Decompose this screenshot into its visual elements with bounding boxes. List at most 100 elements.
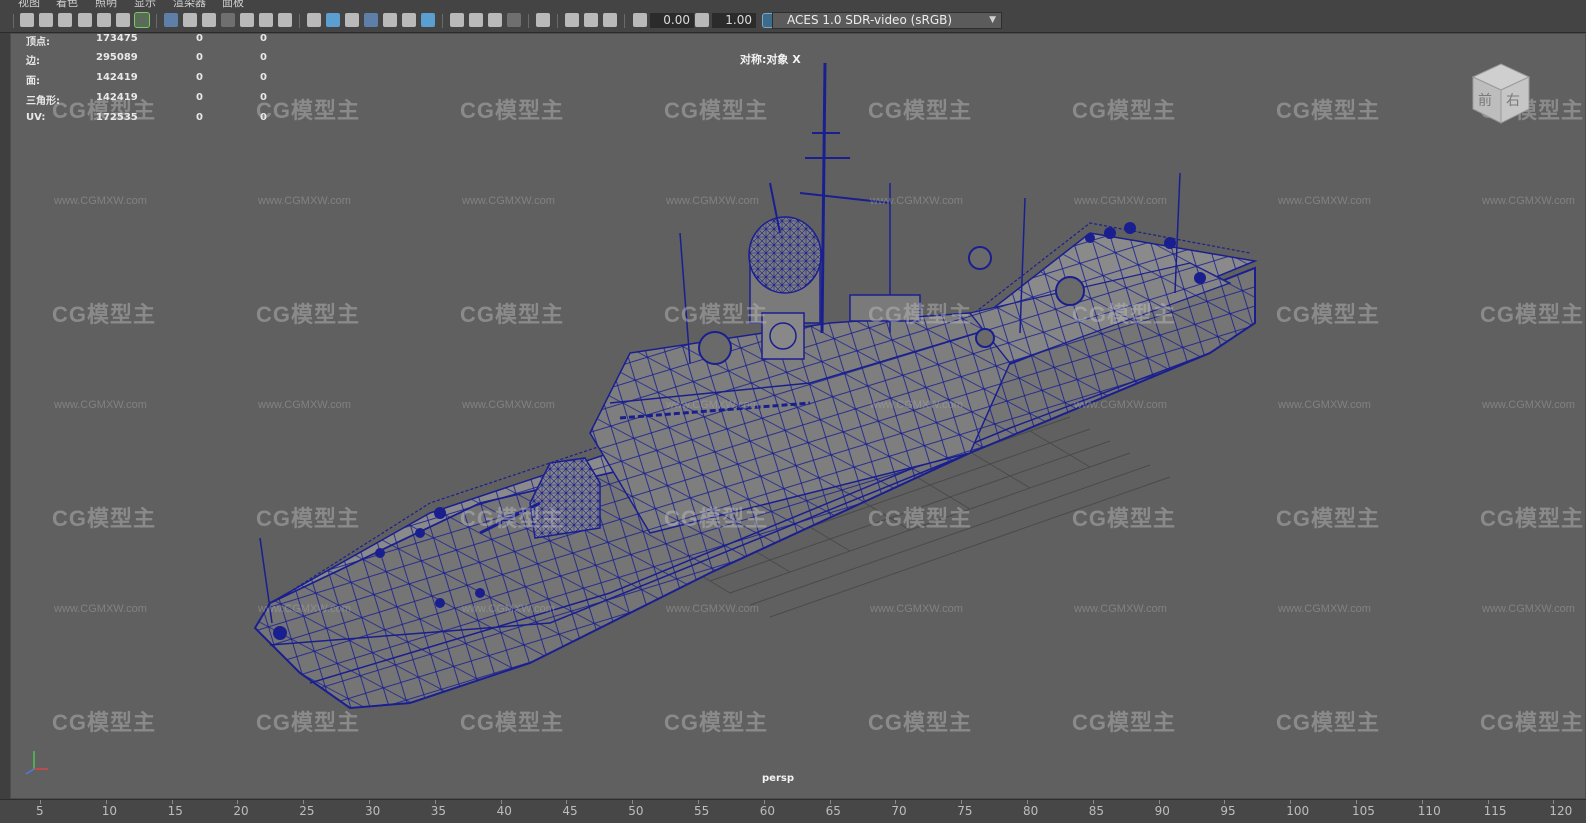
wireframe-icon[interactable] [307, 13, 321, 27]
viewport[interactable]: CG模型主 CG模型主 CG模型主 CG模型主 www.CGMXW.com www.CGM… [10, 33, 1586, 799]
xray-joints-icon[interactable] [603, 13, 617, 27]
timeline-tick [369, 800, 370, 804]
hud-value: 142419 [96, 72, 138, 83]
toolbar-separator [442, 14, 443, 28]
lighting-icon[interactable] [402, 13, 416, 27]
field-chart-icon[interactable] [240, 13, 254, 27]
timeline-tick-label: 85 [1088, 804, 1105, 818]
menu-panels[interactable]: 面板 [222, 0, 244, 8]
view-transform-dropdown[interactable]: ACES 1.0 SDR-video (sRGB) ▼ [772, 12, 1002, 29]
hud-value: 0 [260, 72, 267, 83]
timeline-tick [895, 800, 897, 804]
lock-camera-icon[interactable] [39, 13, 53, 27]
timeline-tick-label: 5 [36, 804, 44, 818]
axis-gizmo-icon [25, 751, 48, 775]
timeline-tick [237, 800, 239, 804]
xray-active-icon[interactable] [584, 13, 598, 27]
menu-shading[interactable]: 着色 [56, 0, 78, 8]
timeline-tick-label: 60 [759, 804, 776, 818]
camera-name: persp [762, 773, 794, 784]
hud-value: 172535 [96, 112, 138, 123]
resolution-gate-icon[interactable] [202, 13, 216, 27]
textured-icon[interactable] [383, 13, 397, 27]
timeline-tick-label: 95 [1220, 804, 1236, 818]
isolate-select-icon[interactable] [536, 13, 550, 27]
chevron-down-icon: ▼ [989, 15, 996, 25]
hud-value: 0 [196, 112, 203, 123]
toolbar-separator [299, 14, 300, 28]
depth-of-field-icon[interactable] [507, 13, 521, 27]
hud-value: 0 [196, 33, 203, 44]
timeline-tick-label: 55 [694, 804, 710, 818]
grid-icon[interactable] [164, 13, 178, 27]
menu-bar: 视图 着色 照明 显示 渲染器 面板 [0, 0, 1586, 8]
grease-pencil-icon[interactable] [134, 12, 150, 28]
gate-mask-icon[interactable] [221, 13, 235, 27]
toolbar-separator [557, 14, 558, 28]
hud-value: 0 [260, 33, 267, 44]
timeline-tick [1092, 800, 1094, 804]
timeline-tick [698, 800, 699, 804]
default-material-icon[interactable] [345, 13, 359, 27]
hud-value: 173475 [96, 33, 138, 44]
screen-space-ao-icon[interactable] [450, 13, 464, 27]
select-camera-icon[interactable] [20, 13, 34, 27]
timeline-tick [500, 800, 502, 804]
viewcube-right-label[interactable]: 右 [1506, 93, 1520, 109]
hud-value: 0 [196, 52, 203, 63]
menu-view[interactable]: 视图 [18, 0, 40, 8]
time-slider[interactable]: 5 10 15 20 25 30 35 40 45 50 55 60 65 70 75 80 85 90 95 100… [0, 799, 1586, 823]
hud-label: 顶点: [26, 37, 50, 48]
exposure-icon[interactable] [633, 13, 647, 27]
bookmarks-icon[interactable] [78, 13, 92, 27]
timeline-tick [829, 800, 831, 804]
menu-lighting[interactable]: 照明 [95, 0, 117, 8]
exposure-field[interactable]: 0.00 [650, 13, 694, 28]
image-plane-icon[interactable] [97, 13, 111, 27]
anti-aliasing-icon[interactable] [488, 13, 502, 27]
timeline-tick-label: 45 [562, 804, 578, 818]
timeline-tick-label: 70 [891, 804, 907, 818]
hud-value: 142419 [96, 92, 138, 103]
timeline-tick-label: 115 [1483, 804, 1507, 818]
timeline-tick-label: 100 [1286, 804, 1310, 818]
timeline-tick-label: 65 [825, 804, 841, 818]
viewcube[interactable]: 前 右 [1465, 59, 1535, 129]
toolbar-separator [624, 14, 625, 28]
2d-pan-zoom-icon[interactable] [116, 13, 130, 27]
menu-renderer[interactable]: 渲染器 [173, 0, 206, 8]
timeline-tick [763, 800, 765, 804]
hud-value: 0 [196, 72, 203, 83]
menu-show[interactable]: 显示 [134, 0, 156, 8]
motion-blur-icon[interactable] [469, 13, 483, 27]
gamma-icon[interactable] [695, 13, 709, 27]
timeline-tick [632, 800, 634, 804]
timeline-tick-label: 120 [1549, 804, 1573, 818]
timeline-tick [1290, 800, 1292, 804]
timeline-tick-label: 110 [1417, 804, 1441, 818]
timeline-tick [171, 800, 173, 804]
wireframe-on-shaded-icon[interactable] [364, 13, 378, 27]
timeline-tick [105, 800, 107, 804]
camera-attributes-icon[interactable] [58, 13, 72, 27]
hud-value: 0 [260, 52, 267, 63]
timeline-tick [303, 800, 305, 804]
viewcube-front-label[interactable]: 前 [1478, 92, 1492, 109]
film-gate-icon[interactable] [183, 13, 197, 27]
gamma-field[interactable]: 1.00 [712, 13, 756, 28]
hud-value: 0 [260, 92, 267, 103]
timeline-tick [1487, 800, 1489, 804]
smooth-shade-icon[interactable] [326, 13, 340, 27]
shadows-icon[interactable] [421, 13, 435, 27]
safe-title-icon[interactable] [278, 13, 292, 27]
timeline-tick [961, 800, 963, 804]
xray-icon[interactable] [565, 13, 579, 27]
timeline-tick-label: 25 [299, 804, 315, 818]
timeline-tick-label: 50 [628, 804, 644, 818]
timeline-tick-label: 15 [167, 804, 183, 818]
hud-value: 295089 [96, 52, 138, 63]
safe-action-icon[interactable] [259, 13, 273, 27]
timeline-tick-label: 90 [1154, 804, 1170, 818]
hud-label: 面: [26, 76, 40, 87]
hud-value: 0 [260, 112, 267, 123]
